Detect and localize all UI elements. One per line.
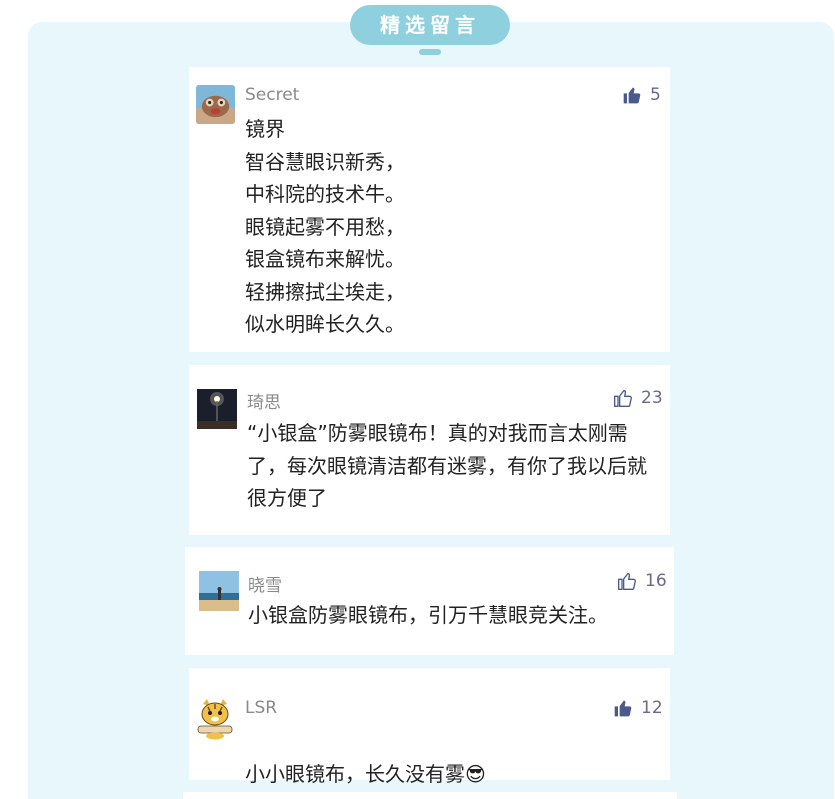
like-count: 5 (650, 85, 661, 105)
comment-text: “小银盒”防雾眼镜布！真的对我而言太刚需了，每次眼镜清洁都有迷雾，有你了我以后就… (247, 421, 647, 510)
comment-card: 琦思 23 “小银盒”防雾眼镜布！真的对我而言太刚需了，每次眼镜清洁都有迷雾，有… (189, 365, 670, 535)
thumbs-up-filled-icon (622, 85, 642, 105)
comment-username: 晓雪 (248, 576, 282, 596)
comment-card: 晓雪 16 小银盒防雾眼镜布，引万千慧眼竞关注。 (185, 547, 674, 655)
avatar[interactable] (196, 85, 235, 124)
comment-username: Secret (245, 85, 300, 105)
comment-card-partial (183, 792, 677, 799)
comments-page: 精选留言 Secret 5 镜界 智谷慧眼识新秀， 中科院的技术牛。 眼镜起雾不… (0, 0, 835, 799)
comment-username: LSR (245, 698, 278, 718)
thumbs-up-outline-icon (613, 388, 633, 408)
like-count: 12 (641, 698, 663, 718)
comment-text-content: 小小眼镜布，长久没有雾 (245, 761, 465, 786)
comment-text: 小银盒防雾眼镜布，引万千慧眼竞关注。 (248, 603, 608, 627)
comment-card: LSR 12 小小眼镜布，长久没有雾😎 (189, 668, 670, 786)
comment-text: 小小眼镜布，长久没有雾😎 (245, 725, 655, 790)
comment-card: Secret 5 镜界 智谷慧眼识新秀， 中科院的技术牛。 眼镜起雾不用愁， 银… (189, 67, 670, 352)
like-count: 16 (645, 571, 667, 591)
thumbs-up-outline-icon (617, 571, 637, 591)
avatar[interactable] (195, 698, 235, 740)
like-button[interactable]: 23 (613, 388, 663, 408)
like-button[interactable]: 5 (622, 85, 661, 105)
comment-text: 镜界 智谷慧眼识新秀， 中科院的技术牛。 眼镜起雾不用愁， 银盒镜布来解忧。 轻… (245, 117, 405, 336)
comment-username: 琦思 (247, 393, 281, 413)
like-button[interactable]: 12 (613, 698, 663, 718)
avatar[interactable] (199, 571, 239, 611)
section-title-pill: 精选留言 (350, 5, 510, 45)
avatar[interactable] (197, 389, 237, 429)
sunglasses-emoji-icon: 😎 (465, 761, 486, 786)
title-underline (419, 49, 441, 55)
like-count: 23 (641, 388, 663, 408)
like-button[interactable]: 16 (617, 571, 667, 591)
thumbs-up-filled-icon (613, 698, 633, 718)
